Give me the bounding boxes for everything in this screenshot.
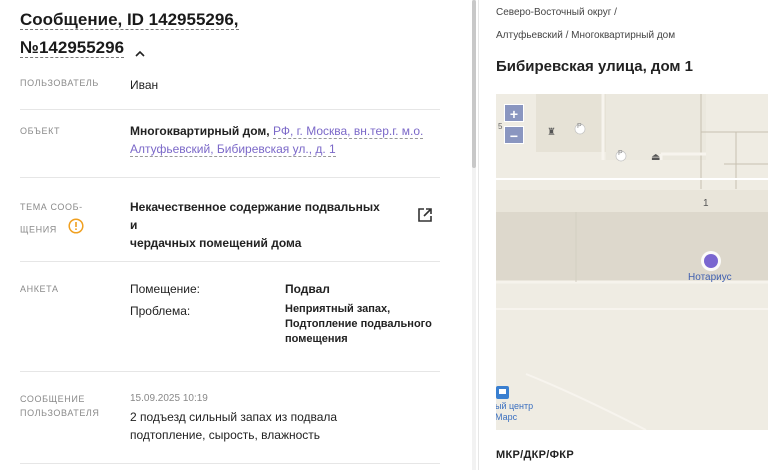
house-number: 1	[703, 198, 709, 209]
message-date: 15.09.2025 10:19	[130, 393, 208, 404]
section-title-mkr: МКР/ДКР/ФКР	[496, 449, 574, 461]
survey-value-2: Неприятный запах, Подтопление подвальног…	[285, 303, 432, 345]
survey-label: АНКЕТА	[20, 284, 59, 294]
message-title-line2: №142955296	[20, 38, 125, 58]
address-title: Бибиревская улица, дом 1	[496, 58, 694, 75]
topic-label-line2: ЩЕНИЯ	[20, 224, 57, 235]
monument-icon: ⏏	[651, 152, 661, 163]
breadcrumb-line1[interactable]: Северо-Восточный округ /	[496, 7, 617, 18]
object-address-link-1[interactable]: РФ, г. Москва, вн.тер.г. м.о.	[272, 124, 424, 139]
topic-value-line1: Некачественное содержание подвальных и	[130, 200, 380, 232]
message-title-line1: Сообщение, ID 142955296,	[20, 10, 239, 30]
survey-key-1: Помещение:	[130, 282, 200, 296]
location-panel: Северо-Восточный округ / Алтуфьевский / …	[479, 0, 768, 470]
chevron-up-icon[interactable]	[133, 42, 147, 57]
survey-value-1: Подвал	[285, 282, 330, 296]
map-canvas	[496, 94, 768, 430]
row-user: ПОЛЬЗОВАТЕЛЬ Иван	[20, 66, 440, 110]
breadcrumb-line2[interactable]: Алтуфьевский / Многоквартирный дом	[496, 30, 675, 41]
trash-icon: ♜	[547, 127, 556, 138]
map-parking-label-2: P	[618, 150, 623, 157]
row-user-message: СООБЩЕНИЕ ПОЛЬЗОВАТЕЛЯ 15.09.2025 10:19 …	[20, 372, 440, 464]
bus-stop-icon	[496, 386, 509, 399]
warning-icon[interactable]	[68, 218, 84, 242]
message-title: Сообщение, ID 142955296, №142955296	[20, 6, 420, 62]
zoom-in-button[interactable]: +	[504, 104, 524, 122]
topic-value: Некачественное содержание подвальных и ч…	[130, 198, 390, 252]
map-small-number: 5	[498, 122, 503, 131]
message-panel: Сообщение, ID 142955296, №142955296 ПОЛЬ…	[0, 0, 470, 470]
row-object: ОБЪЕКТ Многоквартирный дом, РФ, г. Москв…	[20, 110, 440, 178]
map[interactable]: + − 5 P P ♜ ⏏ 1 Нотариус ый центр Марс	[496, 94, 768, 430]
row-survey: АНКЕТА Помещение: Подвал Проблема: Непри…	[20, 262, 440, 372]
user-label: ПОЛЬЗОВАТЕЛЬ	[20, 78, 99, 88]
user-value: Иван	[130, 78, 159, 92]
breadcrumb: Северо-Восточный округ / Алтуфьевский / …	[496, 4, 675, 51]
topic-value-line2: чердачных помещений дома	[130, 236, 302, 250]
topic-label-line1: ТЕМА СООБ-	[20, 202, 83, 212]
object-label: ОБЪЕКТ	[20, 126, 61, 136]
object-type: Многоквартирный дом,	[130, 124, 270, 138]
zoom-out-button[interactable]: −	[504, 126, 524, 144]
row-topic: ТЕМА СООБ- ЩЕНИЯ Некачественное содержан…	[20, 178, 440, 262]
message-text: 2 подъезд сильный запах из подвала подто…	[130, 410, 338, 442]
open-external-icon[interactable]	[416, 206, 434, 229]
object-value: Многоквартирный дом, РФ, г. Москва, вн.т…	[130, 122, 430, 158]
topic-label: ТЕМА СООБ- ЩЕНИЯ	[20, 196, 84, 242]
bus-stop-label: ый центр Марс	[496, 401, 534, 422]
object-address-link-2[interactable]: Алтуфьевский, Бибиревская ул., д. 1	[130, 142, 336, 157]
notary-label[interactable]: Нотариус	[688, 272, 732, 283]
scrollbar-thumb[interactable]	[472, 0, 476, 168]
survey-key-2: Проблема:	[130, 304, 191, 318]
user-message-label: СООБЩЕНИЕ ПОЛЬЗОВАТЕЛЯ	[20, 394, 100, 418]
map-parking-label: P	[577, 123, 582, 130]
